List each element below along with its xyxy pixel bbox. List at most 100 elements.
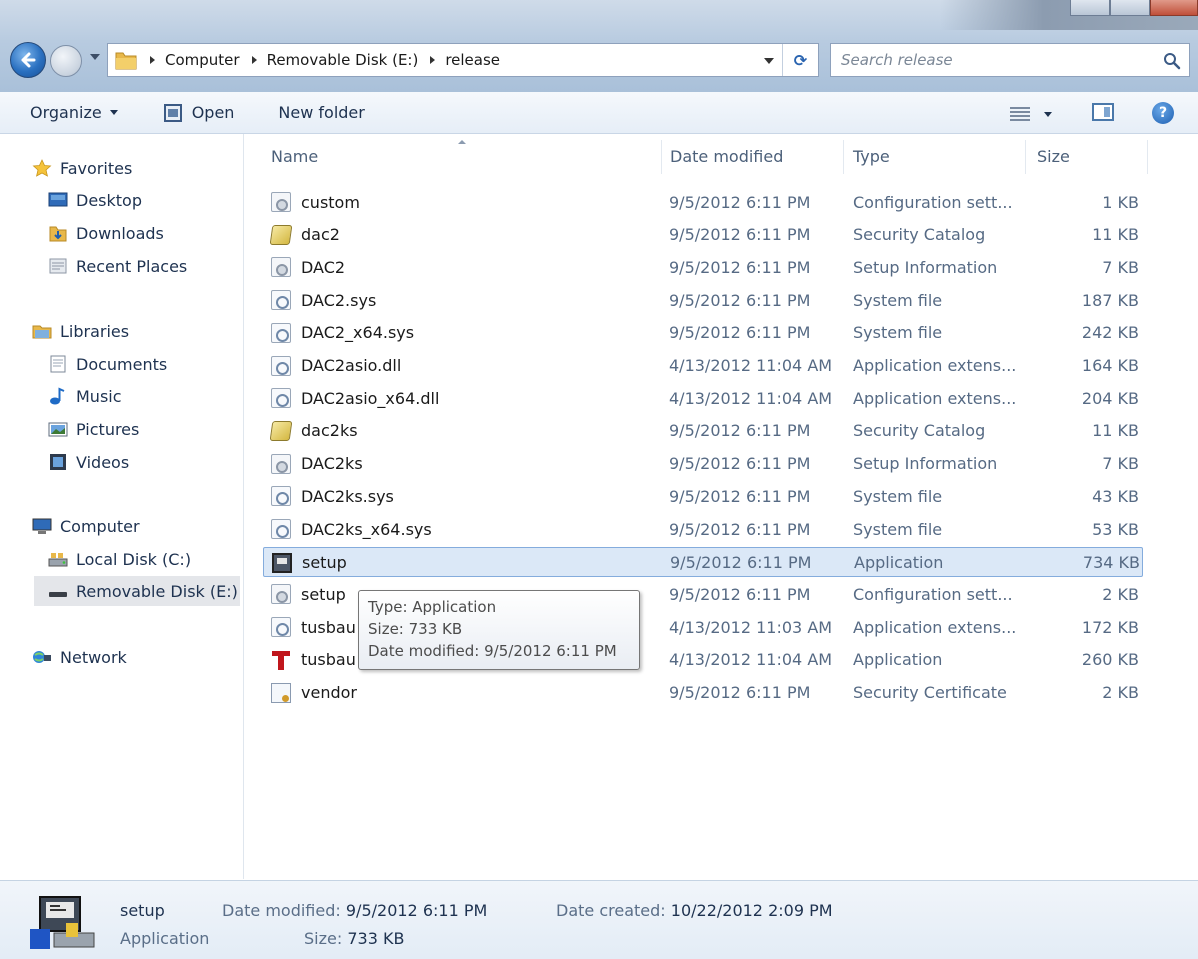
column-date-label: Date modified [670, 146, 784, 166]
network-icon [32, 648, 52, 666]
column-header-size[interactable]: Size [1037, 134, 1147, 178]
refresh-icon[interactable]: ⟳ [782, 44, 818, 76]
column-header-name[interactable]: Name [271, 134, 663, 178]
downloads-icon [48, 224, 68, 242]
file-row[interactable]: dac2 9/5/2012 6:11 PM Security Catalog 11 K… [263, 220, 1143, 250]
file-name-cell: dac2ks [269, 416, 358, 446]
new-folder-button[interactable]: New folder [278, 98, 364, 128]
file-date-modified: 9/5/2012 6:11 PM [669, 519, 811, 539]
address-dropdown-icon[interactable] [764, 58, 774, 64]
breadcrumb-computer[interactable]: Computer [165, 51, 240, 69]
column-divider[interactable] [661, 140, 662, 174]
music-icon [48, 387, 68, 405]
file-row[interactable]: setup 9/5/2012 6:11 PM Application 734 KB [263, 546, 1143, 578]
nav-recent-places[interactable]: Recent Places [48, 251, 187, 281]
file-name: DAC2ks.sys [301, 486, 394, 506]
nav-documents[interactable]: Documents [48, 349, 167, 379]
search-input[interactable] [841, 45, 1141, 75]
recent-places-icon [48, 257, 68, 275]
file-row[interactable]: DAC2ks_x64.sys 9/5/2012 6:11 PM System fil… [263, 514, 1143, 544]
column-divider[interactable] [843, 140, 844, 174]
address-bar[interactable]: Computer Removable Disk (E:) release ⟳ [107, 43, 819, 77]
chevron-down-icon [109, 110, 118, 115]
file-row[interactable]: custom 9/5/2012 6:11 PM Configuration sett… [263, 187, 1143, 217]
breadcrumb-removable-disk[interactable]: Removable Disk (E:) [267, 51, 419, 69]
nav-music[interactable]: Music [48, 381, 122, 411]
column-divider[interactable] [1147, 140, 1148, 174]
details-date-created: Date created: 10/22/2012 2:09 PM [556, 901, 833, 920]
nav-libraries[interactable]: Libraries [32, 316, 129, 346]
star-icon [32, 159, 52, 177]
column-divider[interactable] [1025, 140, 1026, 174]
file-name: setup [302, 553, 347, 573]
folder-icon [114, 49, 138, 71]
file-type: System file [853, 486, 943, 506]
file-name: DAC2asio.dll [301, 356, 402, 375]
recent-pages-dropdown-icon[interactable] [90, 54, 100, 60]
nav-computer[interactable]: Computer [32, 511, 140, 541]
file-row[interactable]: DAC2ks.sys 9/5/2012 6:11 PM System file 43 … [263, 481, 1143, 511]
file-row[interactable]: vendor 9/5/2012 6:11 PM Security Certifica… [263, 678, 1143, 708]
nav-desktop[interactable]: Desktop [48, 185, 142, 215]
file-row[interactable]: DAC2 9/5/2012 6:11 PM Setup Information 7 K… [263, 252, 1143, 282]
documents-icon [48, 355, 68, 373]
forward-button[interactable] [50, 45, 82, 77]
maximize-button[interactable] [1110, 0, 1150, 16]
file-row[interactable]: DAC2_x64.sys 9/5/2012 6:11 PM System file 2… [263, 318, 1143, 348]
file-name-cell: setup [272, 548, 347, 578]
open-button[interactable]: Open [163, 98, 234, 128]
file-size: 187 KB [1081, 290, 1139, 310]
close-button[interactable] [1150, 0, 1198, 16]
nav-removable-disk[interactable]: Removable Disk (E:) [34, 576, 240, 606]
breadcrumb-chevron-icon[interactable] [150, 56, 155, 64]
organize-label: Organize [30, 103, 102, 122]
details-pane: setup Application Date modified: 9/5/201… [0, 880, 1198, 959]
nav-downloads[interactable]: Downloads [48, 218, 164, 248]
file-size: 11 KB [1092, 421, 1139, 441]
tooltip-date: Date modified: 9/5/2012 6:11 PM [368, 642, 617, 660]
file-row[interactable]: DAC2asio_x64.dll 4/13/2012 11:04 AM Applic… [263, 383, 1143, 413]
back-button[interactable] [10, 42, 46, 78]
search-icon[interactable] [1163, 52, 1181, 70]
help-icon[interactable]: ? [1152, 102, 1174, 124]
minimize-button[interactable] [1070, 0, 1110, 16]
nav-videos-label: Videos [76, 452, 130, 472]
nav-downloads-label: Downloads [76, 223, 164, 243]
breadcrumb-release[interactable]: release [445, 51, 500, 69]
views-icon [1010, 107, 1030, 121]
preview-pane-icon[interactable] [1092, 103, 1114, 121]
file-row[interactable]: DAC2asio.dll 4/13/2012 11:04 AM Applicatio… [263, 351, 1143, 381]
file-name: dac2ks [301, 421, 358, 441]
file-type: Setup Information [853, 454, 998, 474]
file-row[interactable]: dac2ks 9/5/2012 6:11 PM Security Catalog 11… [263, 416, 1143, 446]
file-name: DAC2asio_x64.dll [301, 388, 440, 408]
nav-videos[interactable]: Videos [48, 447, 129, 477]
new-folder-label: New folder [278, 103, 365, 122]
file-name: DAC2ks_x64.sys [301, 519, 432, 539]
file-type: Setup Information [853, 257, 998, 277]
search-box[interactable] [830, 43, 1190, 77]
nav-network[interactable]: Network [32, 642, 127, 672]
details-date-modified-label: Date modified: [222, 901, 341, 920]
file-name-cell: DAC2ks [271, 449, 363, 479]
column-header-type[interactable]: Type [853, 134, 1025, 178]
file-row[interactable]: DAC2.sys 9/5/2012 6:11 PM System file 187 K… [263, 285, 1143, 315]
config-icon [271, 257, 291, 278]
file-row[interactable]: DAC2ks 9/5/2012 6:11 PM Setup Information 7… [263, 449, 1143, 479]
catalog-icon [269, 420, 293, 441]
change-view-button[interactable] [1010, 104, 1064, 124]
file-date-modified: 9/5/2012 6:11 PM [669, 257, 811, 277]
column-header-date-modified[interactable]: Date modified [670, 134, 842, 178]
nav-pictures[interactable]: Pictures [48, 414, 139, 444]
file-name: dac2 [301, 225, 340, 245]
file-name-cell: dac2 [269, 220, 340, 250]
organize-button[interactable]: Organize [30, 98, 118, 128]
nav-local-disk[interactable]: Local Disk (C:) [48, 544, 191, 574]
nav-favorites[interactable]: Favorites [32, 153, 132, 183]
details-size: Size: 733 KB [304, 929, 404, 948]
chevron-down-icon [1044, 111, 1052, 117]
file-type: Application [854, 553, 944, 573]
breadcrumb-chevron-icon[interactable] [251, 56, 257, 64]
libraries-icon [32, 322, 52, 340]
breadcrumb-chevron-icon[interactable] [430, 56, 436, 64]
